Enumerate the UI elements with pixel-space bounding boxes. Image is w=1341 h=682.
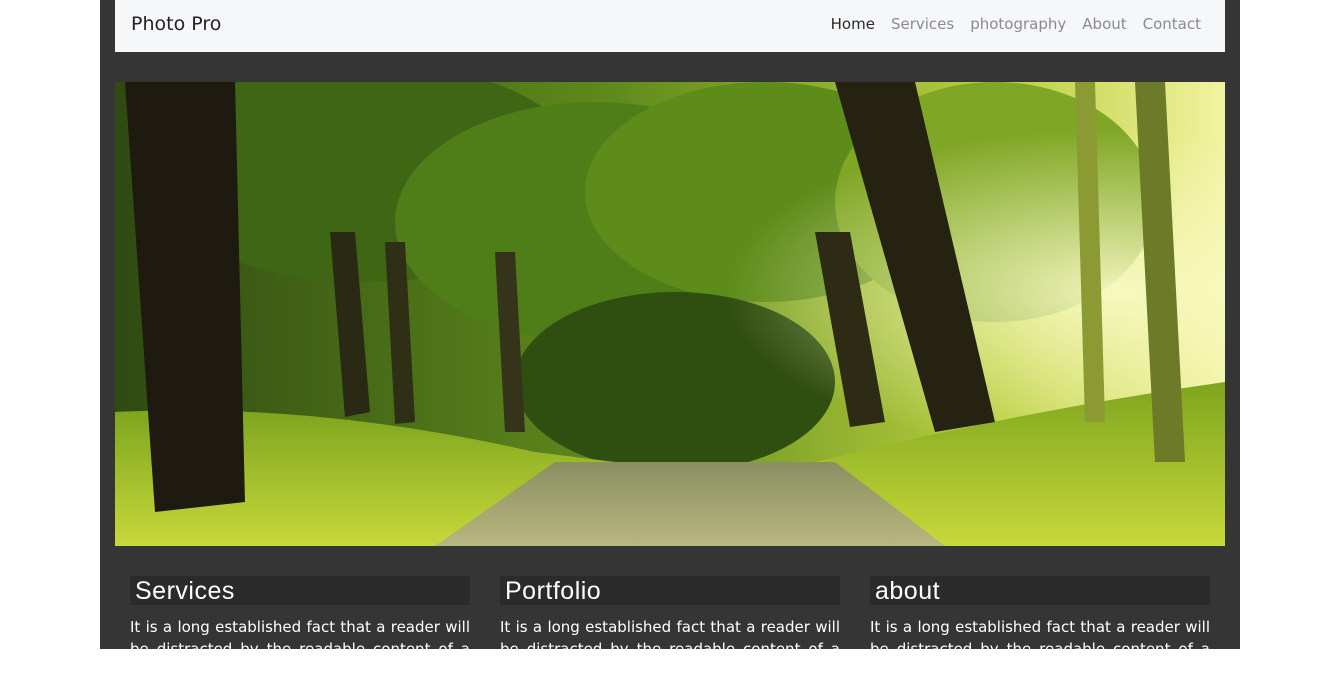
about-column: about It is a long established fact that… — [870, 576, 1210, 682]
nav-link-contact[interactable]: Contact — [1143, 15, 1201, 33]
services-heading: Services — [130, 576, 470, 605]
feature-columns: Services It is a long established fact t… — [115, 576, 1225, 680]
page-container: Photo Pro Home Services photography Abou… — [100, 0, 1240, 680]
hero-image — [115, 82, 1225, 546]
nav-link-about[interactable]: About — [1082, 15, 1126, 33]
forest-road-photo — [115, 82, 1225, 546]
portfolio-text: It is a long established fact that a rea… — [500, 618, 840, 680]
nav-link-photography[interactable]: photography — [970, 15, 1066, 33]
nav-link-services[interactable]: Services — [891, 15, 954, 33]
services-column: Services It is a long established fact t… — [130, 576, 470, 682]
brand-logo-link[interactable]: Photo Pro — [131, 13, 221, 35]
portfolio-column: Portfolio It is a long established fact … — [500, 576, 840, 682]
navbar: Photo Pro Home Services photography Abou… — [115, 0, 1225, 52]
about-heading: about — [870, 576, 1210, 605]
services-text: It is a long established fact that a rea… — [130, 618, 470, 680]
about-text: It is a long established fact that a rea… — [870, 618, 1210, 680]
nav-link-home[interactable]: Home — [831, 15, 875, 33]
nav-menu: Home Services photography About Contact — [831, 15, 1201, 33]
portfolio-heading: Portfolio — [500, 576, 840, 605]
